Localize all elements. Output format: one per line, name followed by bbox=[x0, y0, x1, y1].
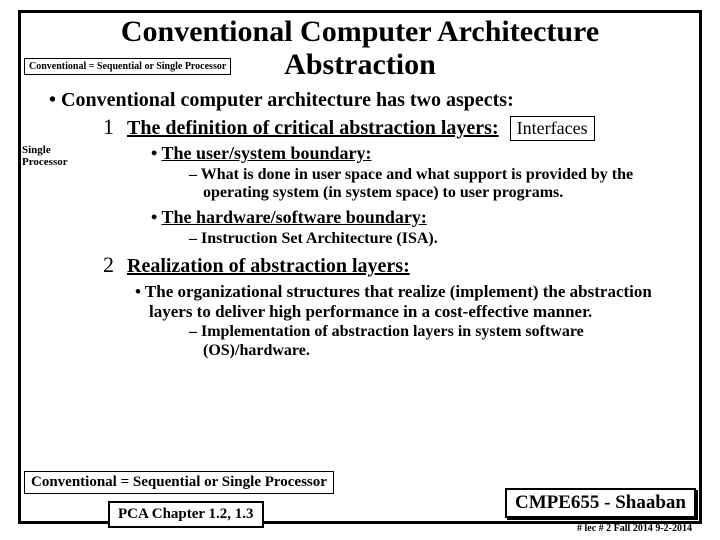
annotation-left: Single Processor bbox=[22, 144, 68, 168]
implementation-detail: Implementation of abstraction layers in … bbox=[189, 323, 691, 360]
slide-body: • Conventional computer architecture has… bbox=[21, 89, 699, 360]
isa-detail: Instruction Set Architecture (ISA). bbox=[189, 230, 691, 248]
user-system-boundary: • The user/system boundary: bbox=[151, 143, 691, 164]
hw-sw-boundary: • The hardware/software boundary: bbox=[151, 207, 691, 228]
footer-meta: # lec # 2 Fall 2014 9-2-2014 bbox=[577, 523, 692, 534]
bottom-definition-box: Conventional = Sequential or Single Proc… bbox=[24, 471, 334, 494]
annotation-top-box: Conventional = Sequential or Single Proc… bbox=[24, 58, 231, 75]
user-system-detail: What is done in user space and what supp… bbox=[189, 166, 691, 203]
aspect-1-text: The definition of critical abstraction l… bbox=[127, 117, 499, 139]
slide-frame: Conventional Computer Architecture Abstr… bbox=[18, 10, 702, 524]
aspect-2-text: Realization of abstraction layers: bbox=[127, 255, 410, 278]
pca-chapter-box: PCA Chapter 1.2, 1.3 bbox=[108, 501, 264, 528]
intro-bullet: • Conventional computer architecture has… bbox=[49, 89, 691, 112]
realization-detail: The organizational structures that reali… bbox=[135, 282, 691, 321]
annotation-left-l1: Single bbox=[22, 144, 51, 156]
title-line-1: Conventional Computer Architecture bbox=[121, 15, 599, 48]
aspect-1: 1 The definition of critical abstraction… bbox=[103, 114, 691, 141]
title-line-2: Abstraction bbox=[284, 48, 436, 81]
aspect-2-number: 2 bbox=[103, 252, 117, 278]
aspect-1-number: 1 bbox=[103, 114, 117, 140]
aspect-2: 2 Realization of abstraction layers: bbox=[103, 252, 691, 278]
course-box: CMPE655 - Shaaban bbox=[505, 488, 696, 518]
annotation-left-l2: Processor bbox=[22, 156, 68, 168]
interfaces-box: Interfaces bbox=[510, 116, 595, 141]
